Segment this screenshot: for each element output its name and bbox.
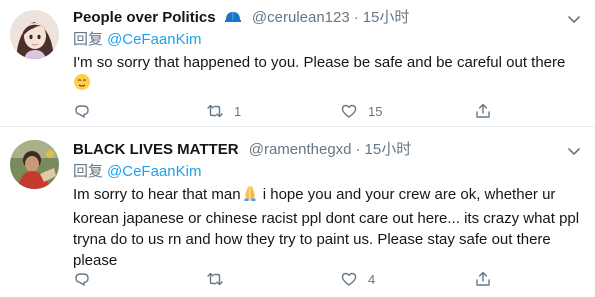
handle[interactable]: @cerulean123 [252, 9, 350, 26]
tweet-text: Im sorry to hear that man i hope you and… [73, 184, 583, 271]
tweet-actions: 4 [73, 268, 583, 290]
like-icon [341, 272, 357, 286]
timestamp[interactable]: 15小时 [363, 9, 410, 26]
avatar-image [10, 10, 59, 59]
reply-button[interactable] [73, 268, 91, 290]
chevron-down-icon[interactable] [565, 10, 583, 28]
folded-hands-emoji [241, 184, 259, 208]
tweet-text-part-1: Im sorry to hear that man [73, 186, 241, 203]
like-count: 4 [368, 271, 376, 287]
tweet-header: BLACK LIVES MATTER @ramenthegxd · 15小时 [73, 140, 583, 160]
tweet-text: I'm so sorry that happened to you. Pleas… [73, 52, 583, 97]
display-name[interactable]: People over Politics [73, 9, 216, 26]
separator: · [355, 141, 361, 158]
share-button[interactable] [474, 100, 492, 122]
like-button[interactable]: 15 [340, 100, 382, 122]
tweet[interactable]: BLACK LIVES MATTER @ramenthegxd · 15小时 回复 @… [0, 128, 595, 297]
share-icon [476, 271, 490, 286]
tweet-header: People over Politics @cerulean123 · 15小时 [73, 8, 583, 28]
separator: · [353, 9, 359, 26]
reply-context: 回复 @CeFaanKim [73, 30, 583, 50]
like-icon [341, 104, 357, 118]
avatar[interactable] [10, 10, 59, 59]
share-icon [476, 103, 490, 118]
tweet-actions: 1 15 [73, 100, 583, 122]
tweet-text-body: I'm so sorry that happened to you. Pleas… [73, 54, 566, 71]
cap-badge-icon [224, 9, 242, 31]
reply-icon [75, 105, 89, 118]
share-button[interactable] [474, 268, 492, 290]
timestamp[interactable]: 15小时 [365, 141, 412, 158]
reply-mention[interactable]: @CeFaanKim [107, 163, 201, 180]
reply-context: 回复 @CeFaanKim [73, 162, 583, 182]
reply-prefix: 回复 [73, 31, 104, 48]
display-name[interactable]: BLACK LIVES MATTER [73, 141, 239, 158]
handle[interactable]: @ramenthegxd [249, 141, 352, 158]
avatar[interactable] [10, 140, 59, 189]
retweet-count: 1 [234, 103, 242, 119]
retweet-icon [207, 104, 223, 118]
like-button[interactable]: 4 [340, 268, 375, 290]
retweet-button[interactable]: 1 [206, 100, 241, 122]
retweet-icon [207, 272, 223, 286]
chevron-down-icon[interactable] [565, 142, 583, 160]
reply-button[interactable] [73, 100, 91, 122]
reply-mention[interactable]: @CeFaanKim [107, 31, 201, 48]
tweet[interactable]: People over Politics @cerulean123 · 15小时 回… [0, 0, 595, 127]
reply-prefix: 回复 [73, 163, 104, 180]
relieved-face-emoji [73, 73, 91, 97]
avatar-image [10, 140, 59, 189]
like-count: 15 [368, 103, 383, 119]
reply-icon [75, 273, 89, 286]
retweet-button[interactable] [206, 268, 224, 290]
